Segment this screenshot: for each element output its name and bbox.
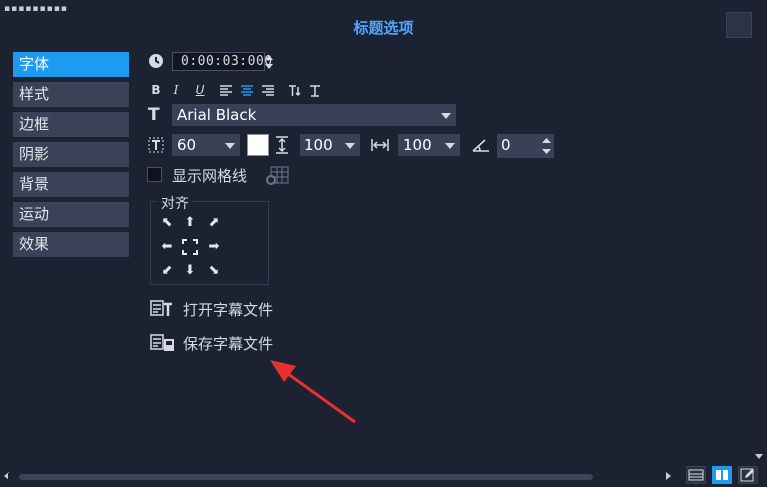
align-top-right-icon[interactable]: ⬈ — [206, 215, 222, 231]
show-grid-checkbox[interactable] — [147, 167, 162, 182]
align-bottom-right-icon[interactable]: ⬊ — [206, 263, 222, 279]
align-top-center-icon[interactable]: ⬆ — [182, 215, 198, 231]
duration-stepper[interactable] — [264, 53, 274, 71]
open-subtitle-button[interactable]: 打开字幕文件 — [183, 299, 273, 320]
letter-spacing-value: 100 — [403, 136, 432, 154]
align-left-icon[interactable] — [219, 83, 233, 97]
align-middle-right-icon[interactable]: ➡ — [206, 239, 222, 255]
align-top-left-icon[interactable]: ⬉ — [159, 215, 175, 231]
angle-stepper[interactable] — [539, 134, 554, 158]
annotation-arrow — [270, 360, 356, 424]
list-view-button[interactable] — [686, 466, 706, 484]
chevron-down-icon — [441, 113, 451, 119]
sidebar-item-motion[interactable]: 运动 — [13, 202, 129, 227]
sidebar-item-font[interactable]: 字体 — [13, 52, 129, 77]
scrollbar-thumb[interactable] — [19, 474, 593, 480]
window-title: 标题选项 — [353, 19, 414, 37]
line-spacing-value: 100 — [304, 136, 333, 154]
grid-view-button[interactable] — [712, 466, 732, 484]
duration-input[interactable]: 0:00:03:000 — [172, 52, 272, 71]
drag-handle[interactable]: ▪▪▪▪▪▪▪▪▪ — [4, 5, 68, 14]
italic-button[interactable]: I — [169, 82, 183, 98]
align-bottom-left-icon[interactable]: ⬋ — [159, 263, 175, 279]
sidebar-item-shadow[interactable]: 阴影 — [13, 142, 129, 167]
font-family-dropdown[interactable]: Arial Black — [172, 104, 456, 126]
font-family-value: Arial Black — [177, 106, 257, 124]
open-subtitle-icon[interactable] — [150, 299, 174, 319]
bold-button[interactable]: B — [149, 82, 163, 98]
sidebar-item-background[interactable]: 背景 — [13, 172, 129, 197]
scroll-right-icon[interactable] — [666, 472, 671, 480]
text-direction-icon[interactable] — [288, 83, 302, 97]
sidebar-item-style[interactable]: 样式 — [13, 82, 129, 107]
line-spacing-dropdown[interactable]: 100 — [300, 134, 360, 156]
save-subtitle-button[interactable]: 保存字幕文件 — [183, 333, 273, 354]
alignment-label: 对齐 — [158, 193, 192, 213]
window-control-button[interactable] — [726, 12, 752, 38]
align-middle-left-icon[interactable]: ⬅ — [159, 239, 175, 255]
font-size-value: 60 — [177, 136, 197, 154]
scroll-down-icon[interactable] — [755, 454, 763, 459]
font-family-icon: T — [148, 105, 160, 125]
font-size-icon — [148, 137, 164, 153]
clock-icon — [148, 53, 164, 69]
font-size-dropdown[interactable]: 60 — [172, 134, 240, 156]
chevron-down-icon — [345, 143, 355, 149]
underline-button[interactable]: U — [193, 82, 207, 98]
chevron-down-icon — [445, 143, 455, 149]
align-bottom-center-icon[interactable]: ⬇ — [182, 263, 198, 279]
letter-spacing-dropdown[interactable]: 100 — [398, 134, 460, 156]
line-spacing-icon — [274, 136, 290, 154]
clear-format-icon[interactable] — [308, 83, 322, 97]
save-subtitle-icon[interactable] — [150, 333, 176, 353]
grid-settings-icon[interactable] — [265, 166, 289, 186]
align-right-icon[interactable] — [261, 83, 275, 97]
chevron-down-icon — [225, 143, 235, 149]
rotation-angle-icon — [472, 137, 490, 153]
sidebar-item-effects[interactable]: 效果 — [13, 232, 129, 257]
rotation-angle-input[interactable]: 0 — [497, 134, 539, 158]
edit-button[interactable] — [738, 466, 758, 484]
letter-spacing-icon — [371, 137, 389, 153]
show-grid-label: 显示网格线 — [172, 167, 248, 185]
font-color-swatch[interactable] — [247, 134, 269, 156]
align-center-icon[interactable] — [182, 239, 198, 255]
sidebar-item-border[interactable]: 边框 — [13, 112, 129, 137]
align-center-icon[interactable] — [240, 83, 254, 97]
